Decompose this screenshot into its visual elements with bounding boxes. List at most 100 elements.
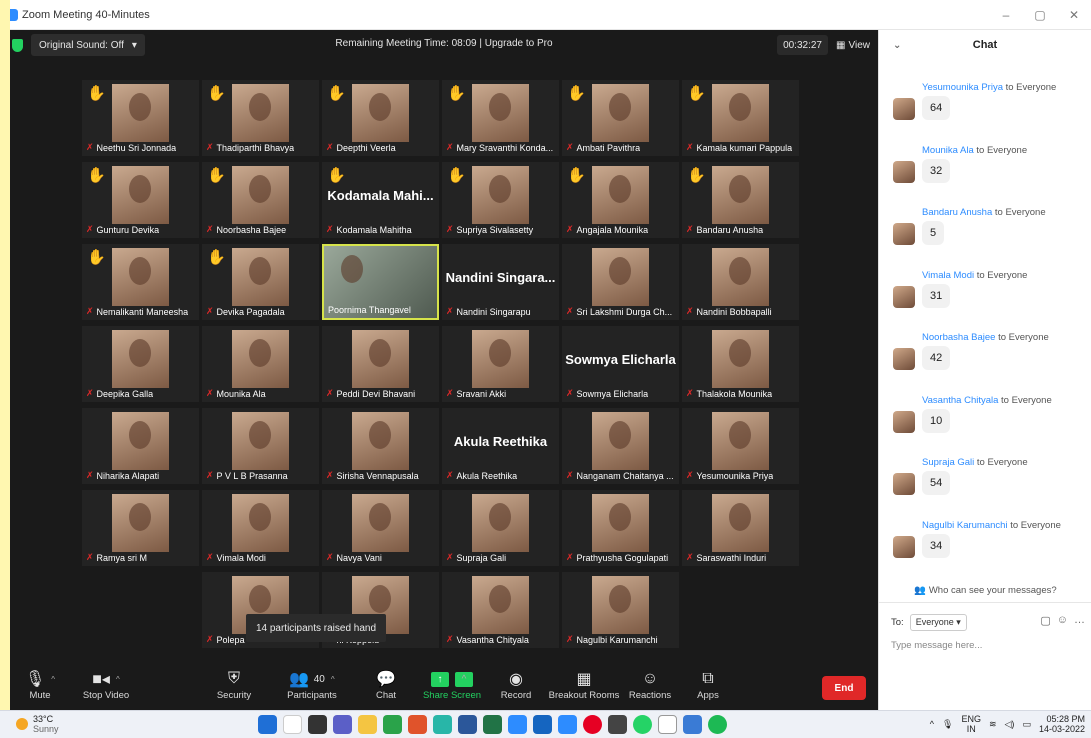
sender-name[interactable]: Supraja Gali <box>922 457 974 468</box>
chevron-up-icon[interactable]: ^ <box>116 675 120 684</box>
sender-name[interactable]: Mounika Ala <box>922 145 974 156</box>
maximize-button[interactable]: ▢ <box>1023 0 1057 30</box>
participant-tile[interactable]: ✗ Peddi Devi Bhavani <box>322 326 439 402</box>
participant-tile[interactable]: ✗ Mounika Ala <box>202 326 319 402</box>
participant-tile[interactable]: ✗ Sirisha Vennapusala <box>322 408 439 484</box>
bluetooth-icon[interactable] <box>533 715 552 734</box>
participant-tile[interactable]: ✗ Nagulbi Karumanchi <box>562 572 679 648</box>
security-button[interactable]: ⛨ Security <box>196 668 272 701</box>
end-meeting-button[interactable]: End <box>822 676 866 700</box>
participant-tile[interactable]: Akula Reethika ✗ Akula Reethika <box>442 408 559 484</box>
participant-tile[interactable]: ✗ Prathyusha Gogulapati <box>562 490 679 566</box>
language-indicator[interactable]: ENG IN <box>961 714 981 734</box>
participant-tile[interactable]: ✋ ✗ Supriya Sivalasetty <box>442 162 559 238</box>
whatsapp-icon[interactable] <box>633 715 652 734</box>
recipient-select[interactable]: Everyone ▾ <box>909 614 967 631</box>
chevron-up-icon[interactable]: ^ <box>455 671 473 687</box>
minimize-button[interactable]: – <box>989 0 1023 30</box>
participant-tile[interactable]: ✗ Saraswathi Induri <box>682 490 799 566</box>
calculator-icon[interactable] <box>683 715 702 734</box>
microphone-tray-icon[interactable]: 🎙 <box>942 719 953 730</box>
zoom-app-icon[interactable] <box>558 715 577 734</box>
pen-icon[interactable] <box>608 715 627 734</box>
participant-tile[interactable]: ✋ ✗ Ambati Pavithra <box>562 80 679 156</box>
remaining-time-text[interactable]: Remaining Meeting Time: 08:09 | Upgrade … <box>335 38 552 49</box>
file-icon[interactable]: ▢ <box>1040 614 1050 627</box>
participant-tile[interactable]: ✋ ✗ Neethu Sri Jonnada <box>82 80 199 156</box>
who-can-see-link[interactable]: 👥 Who can see your messages? <box>879 585 1091 596</box>
chevron-up-icon[interactable]: ^ <box>331 675 335 684</box>
spotify-icon[interactable] <box>708 715 727 734</box>
security-shield-icon[interactable] <box>12 38 23 52</box>
pinterest-icon[interactable] <box>583 715 602 734</box>
participant-tile[interactable]: ✗ Nanganam Chaitanya ... <box>562 408 679 484</box>
app-icon[interactable] <box>433 715 452 734</box>
powerpoint-icon[interactable] <box>408 715 427 734</box>
chat-button[interactable]: 💬 Chat <box>348 668 424 701</box>
participant-tile[interactable]: ✋ ✗ Devika Pagadala <box>202 244 319 320</box>
participant-tile[interactable]: ✗ Niharika Alapati <box>82 408 199 484</box>
sender-name[interactable]: Nagulbi Karumanchi <box>922 520 1008 531</box>
word-icon[interactable] <box>458 715 477 734</box>
participant-tile[interactable]: ✋ ✗ Mary Sravanthi Konda... <box>442 80 559 156</box>
apps-button[interactable]: ⧉ Apps <box>670 668 746 701</box>
participant-tile[interactable]: ✋ ✗ Deepthi Veerla <box>322 80 439 156</box>
participant-tile[interactable]: ✋ ✗ Kamala kumari Pappula <box>682 80 799 156</box>
sender-name[interactable]: Noorbasha Bajee <box>922 332 995 343</box>
close-button[interactable]: ✕ <box>1057 0 1091 30</box>
participant-tile[interactable]: ✋ ✗ Thadiparthi Bhavya <box>202 80 319 156</box>
battery-icon[interactable]: ▭ <box>1022 719 1031 730</box>
sender-name[interactable]: Yesumounika Priya <box>922 82 1003 93</box>
participant-tile[interactable]: ✗ Navya Vani <box>322 490 439 566</box>
participant-tile[interactable]: ✗ Nandini Bobbapalli <box>682 244 799 320</box>
task-view-icon[interactable] <box>308 715 327 734</box>
participant-tile[interactable]: Sowmya Elicharla ✗ Sowmya Elicharla <box>562 326 679 402</box>
record-button[interactable]: ◉ Record <box>478 668 554 701</box>
more-icon[interactable]: … <box>1074 614 1085 627</box>
emoji-icon[interactable]: ☺ <box>1057 614 1068 627</box>
participant-tile[interactable]: ✗ Sri Lakshmi Durga Ch... <box>562 244 679 320</box>
participant-tile[interactable]: ✋ ✗ Nemalikanti Maneesha <box>82 244 199 320</box>
participant-tile[interactable]: ✗ Vimala Modi <box>202 490 319 566</box>
breakout-rooms-button[interactable]: ▦ Breakout Rooms <box>546 668 622 701</box>
participants-button[interactable]: 👥 40 ^ Participants <box>274 668 350 701</box>
participant-tile[interactable]: ✗ Sravani Akki <box>442 326 559 402</box>
participant-tile[interactable]: ✗ Supraja Gali <box>442 490 559 566</box>
participant-tile[interactable]: ✋ ✗ Angajala Mounika <box>562 162 679 238</box>
participant-tile[interactable]: ✗ Yesumounika Priya <box>682 408 799 484</box>
sender-name[interactable]: Bandaru Anusha <box>922 207 992 218</box>
chrome-icon[interactable] <box>383 715 402 734</box>
chevron-up-icon[interactable]: ^ <box>930 719 934 729</box>
excel-icon[interactable] <box>483 715 502 734</box>
weather-widget[interactable]: 33°C Sunny <box>16 714 59 734</box>
windows-start-icon[interactable] <box>258 715 277 734</box>
wifi-icon[interactable]: ≋ <box>989 719 997 730</box>
participant-tile[interactable]: Nandini Singara... ✗ Nandini Singarapu <box>442 244 559 320</box>
sender-name[interactable]: Vimala Modi <box>922 270 974 281</box>
file-explorer-icon[interactable] <box>358 715 377 734</box>
mute-button[interactable]: 🎙 ^ Mute <box>2 668 78 701</box>
snip-icon[interactable] <box>658 715 677 734</box>
participant-tile[interactable]: ✗ Ramya sri M <box>82 490 199 566</box>
clock[interactable]: 05:28 PM 14-03-2022 <box>1039 714 1085 734</box>
sender-name[interactable]: Vasantha Chityala <box>922 395 998 406</box>
participant-tile[interactable]: ✗ Deepika Galla <box>82 326 199 402</box>
volume-icon[interactable]: ◁) <box>1005 719 1015 730</box>
participant-tile[interactable]: ✗ P V L B Prasanna <box>202 408 319 484</box>
original-sound-button[interactable]: Original Sound: Off ▾ <box>31 34 145 56</box>
chevron-up-icon[interactable]: ^ <box>51 675 55 684</box>
participant-tile[interactable]: Poornima Thangavel <box>322 244 439 320</box>
chevron-down-icon[interactable]: ⌄ <box>893 40 901 51</box>
participant-tile[interactable]: ✋ ✗ Noorbasha Bajee <box>202 162 319 238</box>
stop-video-button[interactable]: ■◂ ^ Stop Video <box>68 668 144 701</box>
participant-tile[interactable]: Kodamala Mahi... ✋ ✗ Kodamala Mahitha <box>322 162 439 238</box>
chat-message-input[interactable]: Type message here... <box>891 640 982 651</box>
monitor-icon[interactable] <box>508 715 527 734</box>
participant-tile[interactable]: ✋ ✗ Bandaru Anusha <box>682 162 799 238</box>
participant-tile[interactable]: ✗ Vasantha Chityala <box>442 572 559 648</box>
search-icon[interactable] <box>283 715 302 734</box>
view-button[interactable]: ▦ View <box>830 35 876 55</box>
participant-tile[interactable]: ✗ Thalakola Mounika <box>682 326 799 402</box>
teams-chat-icon[interactable] <box>333 715 352 734</box>
participant-tile[interactable]: ✋ ✗ Gunturu Devika <box>82 162 199 238</box>
